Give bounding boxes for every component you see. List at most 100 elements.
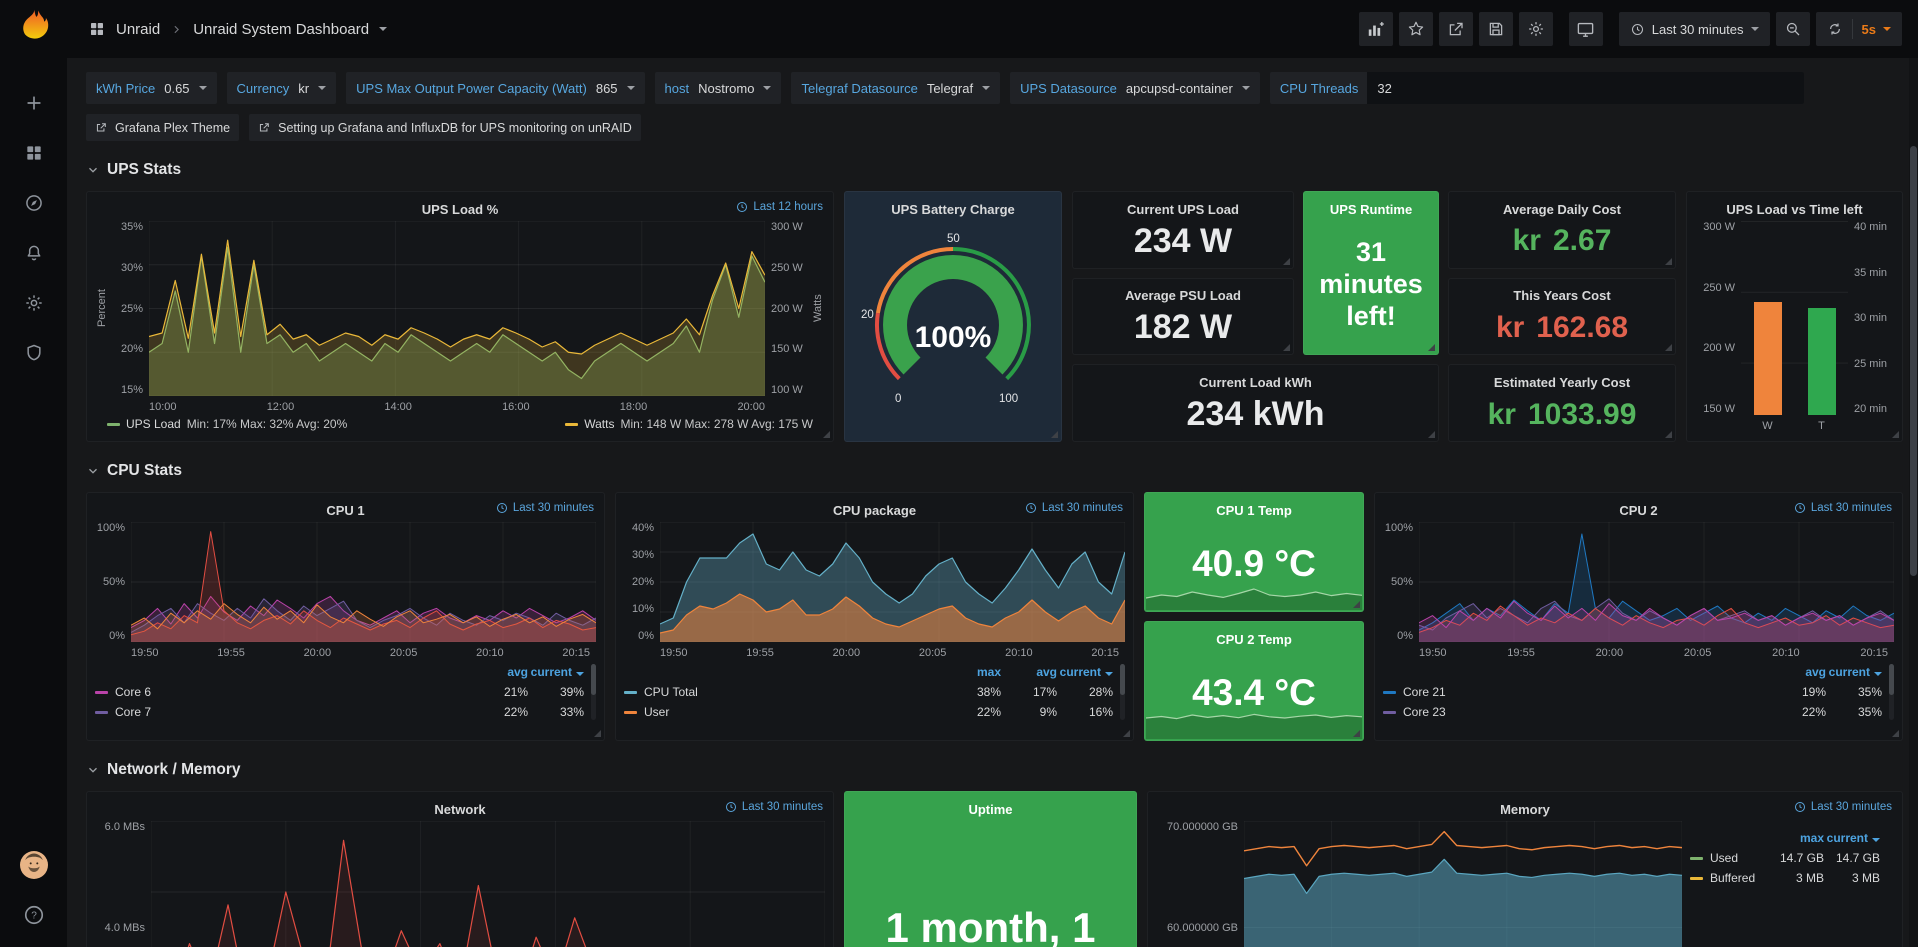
battery-gauge[interactable]: 0 20 50 100 100%: [853, 221, 1053, 435]
panel-title[interactable]: UPS Battery Charge: [891, 202, 1015, 217]
panel-title[interactable]: CPU 2 Temp: [1216, 632, 1292, 647]
legend-col-avg[interactable]: avg: [1001, 665, 1057, 679]
scrollbar-thumb[interactable]: [1910, 146, 1917, 576]
panel-time-range[interactable]: Last 30 minutes: [1794, 801, 1892, 813]
legend-row-core7[interactable]: Core 7 22% 33%: [95, 702, 584, 722]
page-scrollbar[interactable]: [1909, 58, 1918, 947]
panel-title[interactable]: Current Load kWh: [1199, 375, 1312, 390]
share-dashboard-button[interactable]: [1439, 12, 1473, 46]
star-dashboard-button[interactable]: [1399, 12, 1433, 46]
legend-col-avg[interactable]: avg: [1770, 665, 1826, 679]
panel-title[interactable]: This Years Cost: [1513, 288, 1610, 303]
sidebar-item-alerting[interactable]: [14, 235, 54, 271]
legend-col-current[interactable]: current: [1057, 665, 1113, 679]
legend-watts[interactable]: Watts Min: 148 W Max: 278 W Avg: 175 W: [565, 417, 813, 431]
bar-chart[interactable]: W T: [1741, 221, 1848, 433]
cpu-package-plot[interactable]: [660, 522, 1125, 642]
panel-title[interactable]: CPU package: [833, 503, 916, 518]
panel-time-range[interactable]: Last 12 hours: [736, 201, 823, 213]
cpu1-plot[interactable]: [131, 522, 596, 642]
refresh-interval-label[interactable]: 5s: [1862, 22, 1876, 37]
save-dashboard-button[interactable]: [1479, 12, 1513, 46]
ups-load-plot[interactable]: [149, 221, 765, 396]
bell-icon: [24, 243, 44, 263]
panel-title[interactable]: Uptime: [968, 802, 1012, 817]
panel-time-range[interactable]: Last 30 minutes: [1794, 502, 1892, 514]
panel-time-range[interactable]: Last 30 minutes: [1025, 502, 1123, 514]
variable-value[interactable]: 0.65: [164, 81, 189, 96]
panel-title[interactable]: Network: [434, 802, 485, 817]
section-network-memory[interactable]: Network / Memory: [86, 757, 1903, 783]
panel-time-range[interactable]: Last 30 minutes: [725, 801, 823, 813]
legend-row-used[interactable]: Used 14.7 GB 14.7 GB: [1690, 848, 1880, 868]
section-ups-stats[interactable]: UPS Stats: [86, 157, 1903, 183]
variable-ups-datasource[interactable]: UPS Datasource apcupsd-container: [1010, 72, 1260, 104]
legend-col-current[interactable]: current: [528, 665, 584, 679]
panel-title[interactable]: UPS Load %: [422, 202, 499, 217]
network-plot[interactable]: [151, 821, 825, 947]
legend-scrollbar[interactable]: [1889, 664, 1894, 720]
panel-title[interactable]: Estimated Yearly Cost: [1494, 375, 1630, 390]
legend-scrollbar[interactable]: [1120, 664, 1125, 720]
grafana-logo-icon[interactable]: [12, 7, 56, 51]
variable-telegraf-datasource[interactable]: Telegraf Datasource Telegraf: [791, 72, 1000, 104]
user-avatar[interactable]: [14, 847, 54, 883]
legend-scrollbar[interactable]: [591, 664, 596, 720]
panel-title[interactable]: CPU 1 Temp: [1216, 503, 1292, 518]
variable-ups-max-output[interactable]: UPS Max Output Power Capacity (Watt) 865: [346, 72, 644, 104]
variable-host[interactable]: host Nostromo: [655, 72, 782, 104]
caret-down-icon[interactable]: [379, 27, 387, 31]
sidebar-item-explore[interactable]: [14, 185, 54, 221]
panel-title[interactable]: Current UPS Load: [1127, 202, 1239, 217]
legend-col-current[interactable]: current: [1824, 831, 1880, 845]
sidebar-item-configuration[interactable]: [14, 285, 54, 321]
panel-title[interactable]: UPS Load vs Time left: [1726, 202, 1862, 217]
legend-row-core6[interactable]: Core 6 21% 39%: [95, 682, 584, 702]
legend-row-buffered[interactable]: Buffered 3 MB 3 MB: [1690, 868, 1880, 888]
panel-title[interactable]: Average Daily Cost: [1503, 202, 1621, 217]
legend-col-current[interactable]: current: [1826, 665, 1882, 679]
legend-row-core21[interactable]: Core 21 19% 35%: [1383, 682, 1882, 702]
panel-time-range[interactable]: Last 30 minutes: [496, 502, 594, 514]
variable-value[interactable]: apcupsd-container: [1126, 81, 1233, 96]
refresh-button[interactable]: 5s: [1816, 12, 1902, 46]
link-grafana-plex-theme[interactable]: Grafana Plex Theme: [86, 114, 239, 141]
legend-ups-load[interactable]: UPS Load Min: 17% Max: 32% Avg: 20%: [107, 417, 347, 431]
bar-watts[interactable]: [1754, 302, 1782, 415]
section-cpu-stats[interactable]: CPU Stats: [86, 458, 1903, 484]
legend-row-cpu-total[interactable]: CPU Total 38% 17% 28%: [624, 682, 1113, 702]
time-range-picker[interactable]: Last 30 minutes: [1619, 12, 1770, 46]
legend-col-max[interactable]: max: [945, 665, 1001, 679]
legend-row-user[interactable]: User 22% 9% 16%: [624, 702, 1113, 722]
link-ups-monitoring-guide[interactable]: Setting up Grafana and InfluxDB for UPS …: [249, 114, 641, 141]
variable-value[interactable]: Telegraf: [927, 81, 973, 96]
bar-time[interactable]: [1808, 308, 1836, 415]
memory-plot[interactable]: [1244, 821, 1682, 947]
panel-title[interactable]: Average PSU Load: [1125, 288, 1241, 303]
breadcrumb-org[interactable]: Unraid: [116, 21, 160, 38]
legend-row-core23[interactable]: Core 23 22% 35%: [1383, 702, 1882, 722]
panel-title[interactable]: CPU 2: [1619, 503, 1657, 518]
zoom-out-time-button[interactable]: [1776, 12, 1810, 46]
cycle-view-mode-button[interactable]: [1569, 12, 1603, 46]
cpu2-plot[interactable]: [1419, 522, 1894, 642]
legend-col-avg[interactable]: avg: [472, 665, 528, 679]
sidebar-item-create[interactable]: [14, 85, 54, 121]
panel-title[interactable]: UPS Runtime: [1330, 202, 1412, 217]
sidebar-item-dashboards[interactable]: [14, 135, 54, 171]
dashboard-title[interactable]: Unraid System Dashboard: [193, 21, 369, 38]
sidebar-item-server-admin[interactable]: [14, 335, 54, 371]
variable-currency[interactable]: Currency kr: [227, 72, 337, 104]
help-button[interactable]: ?: [14, 897, 54, 933]
add-panel-button[interactable]: [1359, 12, 1393, 46]
dashboard-settings-button[interactable]: [1519, 12, 1553, 46]
variable-value[interactable]: kr: [298, 81, 309, 96]
variable-kwh-price[interactable]: kWh Price 0.65: [86, 72, 217, 104]
variable-value[interactable]: 865: [596, 81, 618, 96]
legend-col-max[interactable]: max: [1768, 831, 1824, 845]
variable-value[interactable]: Nostromo: [698, 81, 754, 96]
panel-title[interactable]: CPU 1: [326, 503, 364, 518]
cpu-threads-input[interactable]: [1367, 72, 1804, 104]
caret-down-icon[interactable]: [1883, 27, 1891, 31]
panel-title[interactable]: Memory: [1500, 802, 1550, 817]
